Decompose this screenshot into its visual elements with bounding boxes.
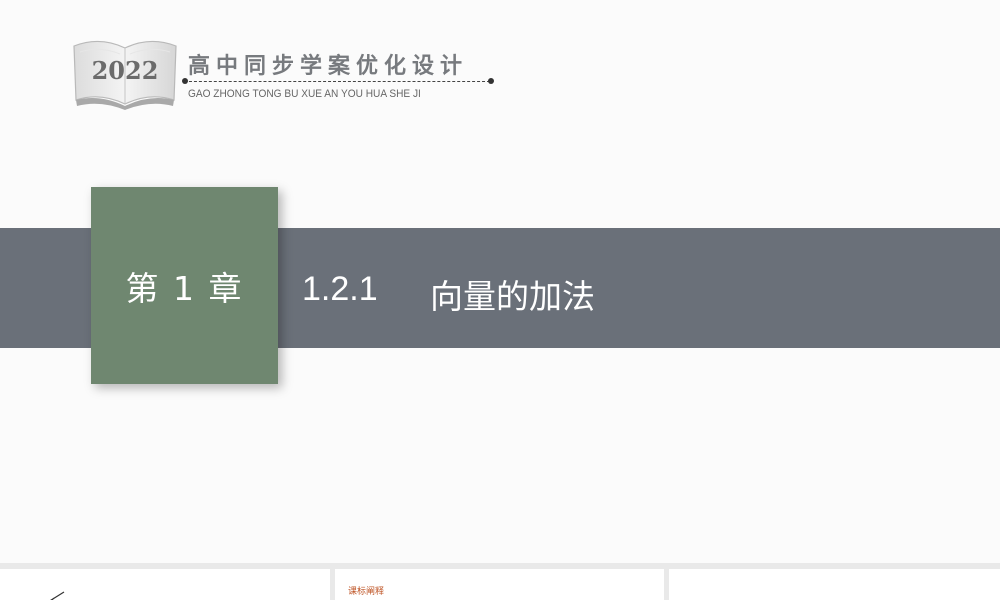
chapter-box: 第 1 章 <box>91 187 278 384</box>
chapter-label: 第 1 章 <box>125 268 244 308</box>
brand-divider <box>184 81 490 82</box>
slide: 2022 高中同步学案优化设计 GAO ZHONG TONG BU XUE AN… <box>0 0 1000 563</box>
divider-dot-left <box>182 78 188 84</box>
brand-subtitle: GAO ZHONG TONG BU XUE AN YOU HUA SHE JI <box>188 88 421 100</box>
slide-thumbnail-3[interactable] <box>669 569 1000 600</box>
slide-thumbnail-1[interactable] <box>0 569 330 600</box>
thumbnail-label: 课标阐释 <box>348 587 385 597</box>
slide-thumbnail-2[interactable]: 课标阐释 <box>335 569 664 600</box>
brand-header: 2022 高中同步学案优化设计 GAO ZHONG TONG BU XUE AN… <box>70 38 510 118</box>
brand-title: 高中同步学案优化设计 <box>188 54 469 79</box>
section-title: 向量的加法 <box>430 277 595 316</box>
pen-icon <box>50 591 65 600</box>
divider-dot-right <box>488 78 494 84</box>
thumbnail-strip: 课标阐释 <box>0 563 1000 600</box>
year-label: 2022 <box>91 56 159 85</box>
section-number: 1.2.1 <box>302 270 378 308</box>
